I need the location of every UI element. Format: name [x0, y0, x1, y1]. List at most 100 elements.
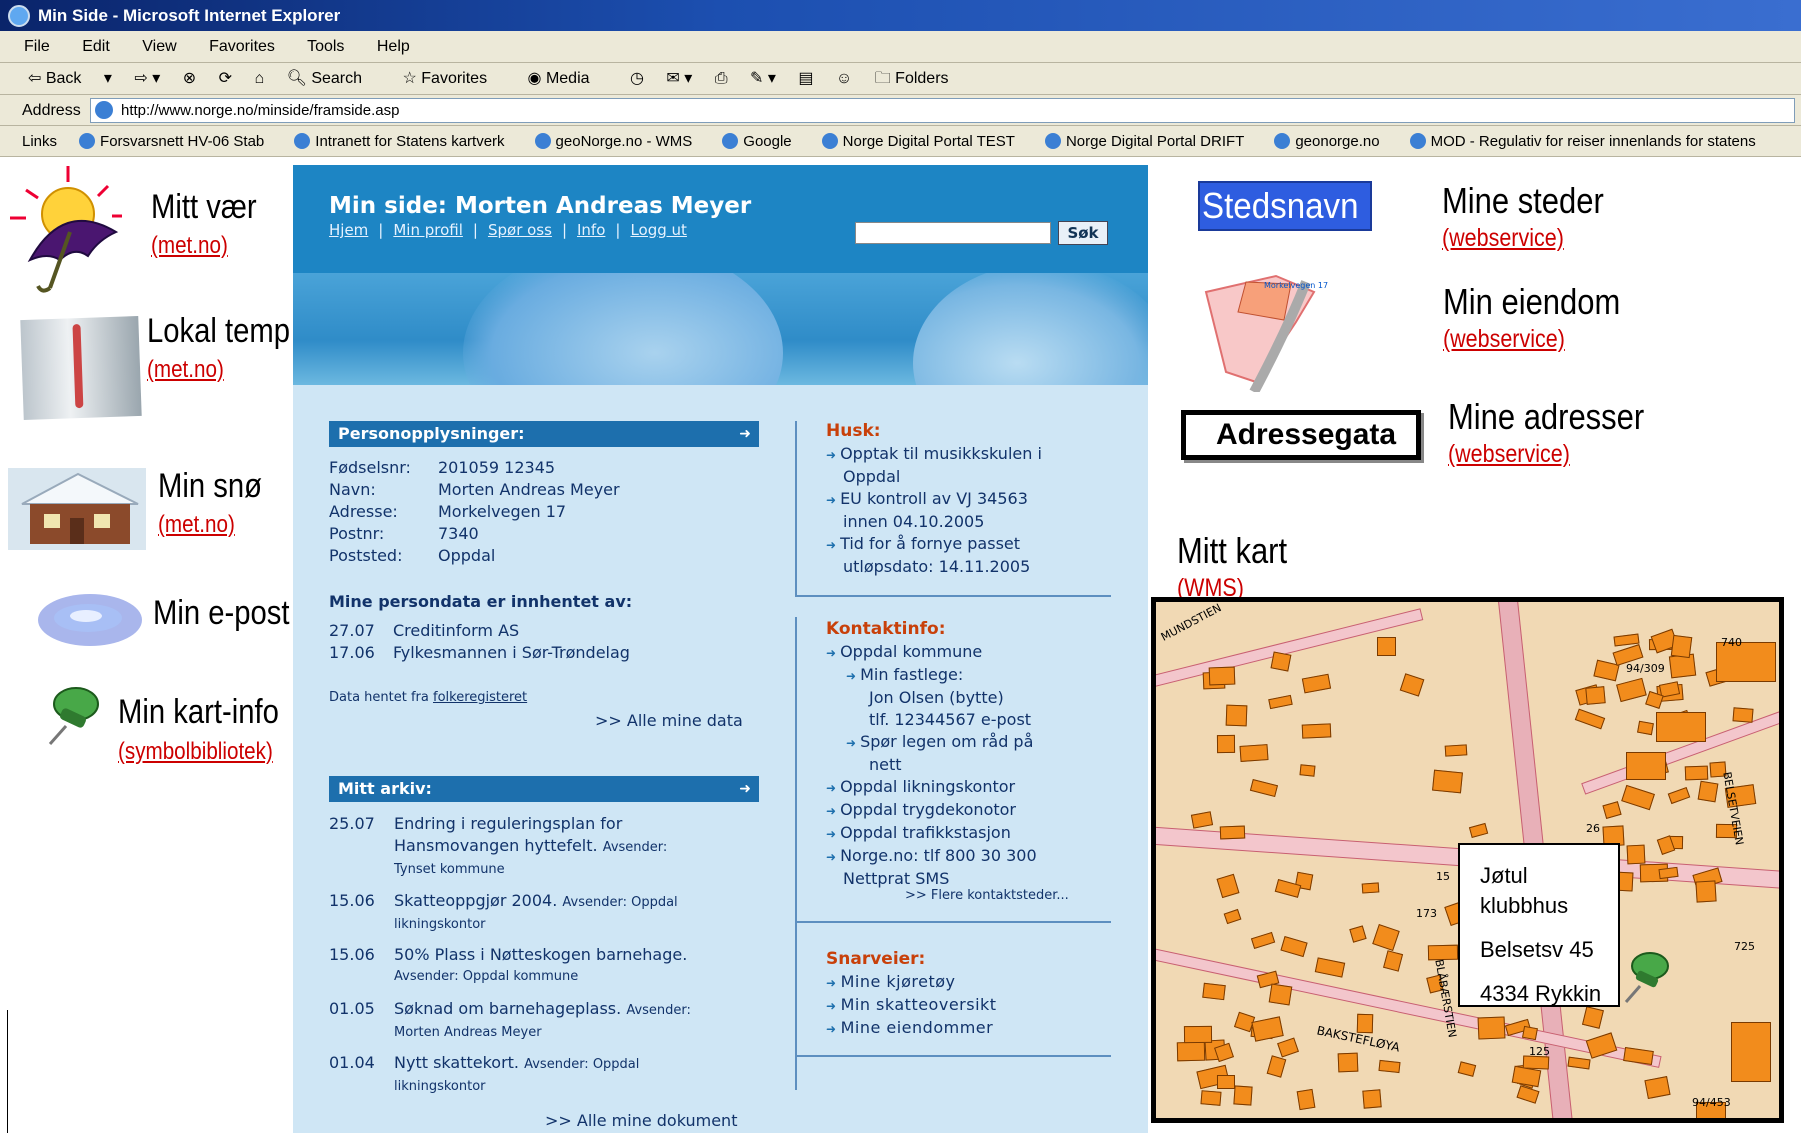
folkeregisteret-link[interactable]: folkeregisteret: [433, 690, 527, 705]
link-ndp-test[interactable]: Norge Digital Portal TEST: [822, 133, 1015, 150]
portal-search-button[interactable]: Søk: [1058, 221, 1108, 245]
archive-item[interactable]: 25.07 Endring i reguleringsplan for Hans…: [329, 813, 667, 877]
map-building: [1249, 778, 1278, 797]
archive-item[interactable]: 15.06 50% Plass i Nøtteskogen barnehage.…: [329, 944, 687, 984]
folders-button[interactable]: 🗀 Folders: [875, 70, 967, 87]
media-button[interactable]: ◉ Media: [528, 70, 608, 87]
snow-link[interactable]: (met.no): [158, 511, 235, 539]
shortcut-item[interactable]: Mine kjøretøy: [826, 971, 997, 994]
edit-icon[interactable]: ✎ ▾: [750, 70, 776, 87]
temp-title: Lokal temp: [147, 312, 291, 350]
shortcuts-heading: Snarveier:: [826, 949, 926, 969]
map-building: [1267, 694, 1293, 710]
menu-view[interactable]: View: [142, 38, 176, 55]
more-contacts-link[interactable]: >> Flere kontaktsteder...: [905, 885, 1069, 907]
link-forsvarsnett[interactable]: Forsvarsnett HV-06 Stab: [79, 133, 264, 150]
stop-icon[interactable]: ⊗: [183, 70, 196, 87]
contact-item[interactable]: Norge.no: tlf 800 30 300: [826, 845, 1037, 868]
home-icon[interactable]: ⌂: [254, 70, 264, 87]
discuss-icon[interactable]: ▤: [798, 70, 813, 87]
nav-hjem[interactable]: Hjem: [329, 221, 368, 239]
messenger-icon[interactable]: ☺: [836, 70, 852, 87]
archive-item[interactable]: 01.05 Søknad om barnehageplass. Avsender…: [329, 998, 691, 1040]
address-box[interactable]: Adressegata: [1181, 410, 1421, 460]
window-title-bar: Min Side - Microsoft Internet Explorer: [0, 0, 1801, 31]
nav-info[interactable]: Info: [577, 221, 605, 239]
map-label: 173: [1416, 907, 1437, 920]
link-geonorge-wms[interactable]: geoNorge.no - WMS: [535, 133, 693, 150]
menu-favorites[interactable]: Favorites: [209, 38, 275, 55]
value-fodselsnr: 201059 12345: [438, 458, 556, 477]
weather-link[interactable]: (met.no): [151, 232, 228, 260]
nav-spor-oss[interactable]: Spør oss: [488, 221, 552, 239]
property-link[interactable]: (webservice): [1443, 325, 1565, 354]
portal-search-input[interactable]: [855, 222, 1051, 244]
archive-sender: likningskontor: [394, 1079, 486, 1094]
person-labels: Fødselsnr: Navn: Adresse: Postnr: Postst…: [329, 457, 411, 567]
link-geonorge[interactable]: geonorge.no: [1274, 133, 1379, 150]
archive-item[interactable]: 01.04 Nytt skattekort. Avsender: Oppdal …: [329, 1052, 639, 1094]
contact-item[interactable]: Oppdal kommune: [826, 641, 1037, 664]
archive-text: Søknad om barnehageplass.: [394, 999, 622, 1018]
archive-heading[interactable]: Mitt arkiv: ➜: [329, 776, 759, 802]
map-building: [1616, 678, 1647, 703]
all-docs-link[interactable]: >> Alle mine dokument: [545, 1110, 737, 1132]
link-ndp-drift[interactable]: Norge Digital Portal DRIFT: [1045, 133, 1244, 150]
map-building: [1183, 1025, 1213, 1043]
contact-item[interactable]: Oppdal trygdekonotor: [826, 799, 1037, 822]
menu-file[interactable]: File: [24, 38, 50, 55]
nav-logg-ut[interactable]: Logg ut: [630, 221, 686, 239]
map-building: [1251, 1016, 1284, 1042]
mail-icon[interactable]: ✉ ▾: [666, 70, 692, 87]
label-poststed: Poststed:: [329, 546, 403, 565]
archive-item[interactable]: 15.06 Skatteoppgjør 2004. Avsender: Oppd…: [329, 890, 678, 932]
nav-sep: |: [615, 221, 621, 239]
remember-item[interactable]: Tid for å fornye passet: [826, 533, 1042, 556]
source-name: Creditinform AS: [393, 621, 520, 640]
contact-item[interactable]: Spør legen om råd på: [826, 731, 1037, 754]
map-building: [1302, 673, 1332, 694]
places-link[interactable]: (webservice): [1442, 224, 1564, 253]
shortcut-item[interactable]: Min skatteoversikt: [826, 994, 997, 1017]
forward-button[interactable]: ⇨ ▾: [134, 70, 160, 87]
property-title: Min eiendom: [1443, 281, 1621, 322]
print-icon[interactable]: ⎙: [715, 70, 728, 87]
history-icon[interactable]: ◷: [630, 70, 644, 87]
divider: [795, 1055, 1111, 1057]
favorites-button[interactable]: ☆ Favorites: [402, 70, 505, 87]
link-google[interactable]: Google: [722, 133, 791, 150]
contact-item-cont: nett: [869, 755, 902, 774]
contact-item[interactable]: Min fastlege:: [826, 664, 1037, 687]
addresses-title: Mine adresser: [1448, 396, 1645, 437]
source-name: Fylkesmannen i Sør-Trøndelag: [393, 643, 630, 662]
search-button[interactable]: 🔍︎ Search: [287, 70, 380, 87]
stedsnavn-box[interactable]: Stedsnavn: [1198, 181, 1372, 231]
link-mod[interactable]: MOD - Regulativ for reiser innenlands fo…: [1410, 133, 1756, 150]
shortcut-item[interactable]: Mine eiendommer: [826, 1017, 997, 1040]
map-building: [1277, 1037, 1300, 1058]
remember-item[interactable]: Opptak til musikkskulen i: [826, 443, 1042, 466]
refresh-icon[interactable]: ⟳: [219, 70, 232, 87]
all-data-link[interactable]: >> Alle mine data: [595, 710, 743, 732]
nav-sep: |: [561, 221, 567, 239]
nav-min-profil[interactable]: Min profil: [393, 221, 463, 239]
temp-link[interactable]: (met.no): [147, 356, 224, 384]
remember-item[interactable]: EU kontroll av VJ 34563: [826, 488, 1042, 511]
menu-edit[interactable]: Edit: [82, 38, 110, 55]
link-intranett[interactable]: Intranett for Statens kartverk: [294, 133, 504, 150]
menu-tools[interactable]: Tools: [307, 38, 344, 55]
mapinfo-link[interactable]: (symbolbibliotek): [118, 738, 273, 766]
person-heading[interactable]: Personopplysninger: ➜: [329, 421, 759, 447]
address-input[interactable]: http://www.norge.no/minside/framside.asp: [90, 98, 1795, 123]
addresses-link[interactable]: (webservice): [1448, 440, 1570, 469]
shortcuts-list: Mine kjøretøy Min skatteoversikt Mine ei…: [826, 971, 997, 1040]
map-building: [1296, 1089, 1316, 1111]
map-building: [1697, 781, 1718, 803]
archive-sender: Avsender:: [626, 1003, 691, 1018]
menu-help[interactable]: Help: [377, 38, 410, 55]
back-button[interactable]: ⇦ Back ▾: [28, 70, 112, 87]
contact-item[interactable]: Oppdal likningskontor: [826, 776, 1037, 799]
contact-item[interactable]: Oppdal trafikkstasjon: [826, 822, 1037, 845]
map-building: [1219, 825, 1245, 840]
sources-dates: 27.07 17.06: [329, 620, 375, 664]
